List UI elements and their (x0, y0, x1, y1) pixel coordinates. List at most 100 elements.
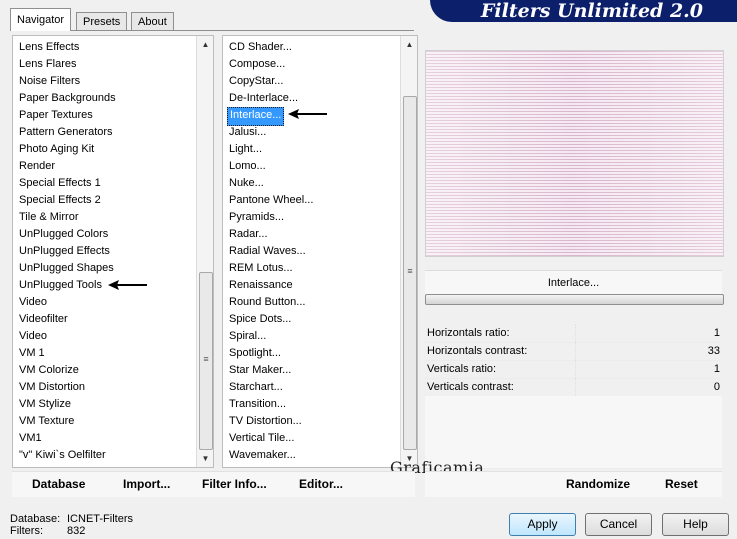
category-item[interactable]: Video (19, 328, 47, 345)
param-value[interactable]: 1 (714, 324, 720, 342)
database-info: Database: ICNET-Filters (10, 513, 133, 525)
filter-item[interactable]: Lomo... (229, 158, 266, 175)
filter-item[interactable]: Pyramids... (229, 209, 284, 226)
randomize-button[interactable]: Randomize (566, 472, 630, 497)
category-item[interactable]: Videofilter (19, 311, 68, 328)
divider (575, 360, 723, 378)
database-button[interactable]: Database (32, 472, 85, 497)
category-item[interactable]: Paper Backgrounds (19, 90, 116, 107)
category-item[interactable]: Tile & Mirror (19, 209, 78, 226)
database-label: Database: (10, 513, 61, 525)
param-row[interactable]: Horizontals contrast: 33 (425, 342, 722, 361)
filter-item[interactable]: Radar... (229, 226, 268, 243)
category-item[interactable]: Video (19, 294, 47, 311)
category-item[interactable]: Special Effects 2 (19, 192, 101, 209)
filter-item[interactable]: Nuke... (229, 175, 264, 192)
cancel-button[interactable]: Cancel (585, 513, 652, 536)
category-item[interactable]: Special Effects 1 (19, 175, 101, 192)
category-item[interactable]: UnPlugged Tools (19, 277, 102, 294)
category-item[interactable]: VM1 (19, 430, 42, 447)
category-item[interactable]: Lens Effects (19, 39, 79, 56)
category-item[interactable]: VM 1 (19, 345, 45, 362)
param-value[interactable]: 33 (708, 342, 720, 360)
grip-icon: ≡ (407, 266, 413, 276)
left-toolbar: Database Import... Filter Info... Editor… (12, 471, 415, 497)
param-label: Verticals ratio: (427, 363, 497, 375)
selected-filter-name: Interlace... (425, 270, 722, 295)
category-item[interactable]: VM Texture (19, 413, 74, 430)
help-button[interactable]: Help (662, 513, 729, 536)
category-item[interactable]: Pattern Generators (19, 124, 113, 141)
app-banner: Filters Unlimited 2.0 (430, 0, 737, 22)
filter-info-button[interactable]: Filter Info... (202, 472, 267, 497)
param-row-empty (425, 414, 722, 433)
category-item[interactable]: "v" Kiwi`s Oelfilter (19, 447, 106, 464)
category-item[interactable]: Paper Textures (19, 107, 93, 124)
filter-scrollbar[interactable]: ▲ ≡ ▼ (400, 36, 417, 467)
category-item[interactable]: UnPlugged Shapes (19, 260, 114, 277)
filter-item[interactable]: CD Shader... (229, 39, 292, 56)
filter-item[interactable]: Compose... (229, 56, 285, 73)
tab-presets[interactable]: Presets (76, 12, 128, 31)
filter-item[interactable]: Light... (229, 141, 262, 158)
category-item[interactable]: VM Distortion (19, 379, 85, 396)
scroll-up-icon[interactable]: ▲ (401, 36, 417, 53)
filter-item[interactable]: CopyStar... (229, 73, 283, 90)
filter-item[interactable]: Radial Waves... (229, 243, 306, 260)
pointer-arrow-icon (288, 109, 327, 119)
category-item[interactable]: Lens Flares (19, 56, 76, 73)
category-scrollbar[interactable]: ▲ ≡ ▼ (196, 36, 213, 467)
filter-item[interactable]: TV Distortion... (229, 413, 302, 430)
category-item[interactable]: VM Stylize (19, 396, 71, 413)
progress-bar (425, 294, 724, 305)
filter-item[interactable]: Spiral... (229, 328, 266, 345)
category-scroll-thumb[interactable]: ≡ (199, 272, 213, 450)
category-item[interactable]: Noise Filters (19, 73, 80, 90)
tab-navigator[interactable]: Navigator (10, 8, 72, 31)
category-item[interactable]: UnPlugged Colors (19, 226, 108, 243)
filter-item[interactable]: Wavemaker... (229, 447, 296, 464)
category-item[interactable]: Render (19, 158, 55, 175)
filters-count: 832 (67, 525, 86, 537)
param-row-empty (425, 396, 722, 415)
filter-item[interactable]: Star Maker... (229, 362, 291, 379)
filter-item[interactable]: Starchart... (229, 379, 283, 396)
param-label: Verticals contrast: (427, 381, 514, 393)
grip-icon: ≡ (203, 354, 209, 364)
filters-info: Filters: 832 (10, 525, 85, 537)
category-list[interactable]: Lens Effects Lens Flares Noise Filters Pape… (12, 35, 214, 468)
preview-image (425, 50, 724, 257)
filter-item[interactable]: De-Interlace... (229, 90, 298, 107)
filter-item[interactable]: REM Lotus... (229, 260, 293, 277)
filter-item[interactable]: Spotlight... (229, 345, 281, 362)
filter-item[interactable]: Renaissance (229, 277, 293, 294)
import-button[interactable]: Import... (123, 472, 170, 497)
filter-item[interactable]: Vertical Tile... (229, 430, 294, 447)
param-row[interactable]: Verticals contrast: 0 (425, 378, 722, 397)
apply-button[interactable]: Apply (509, 513, 576, 536)
category-item[interactable]: Photo Aging Kit (19, 141, 94, 158)
param-value[interactable]: 1 (714, 360, 720, 378)
filters-label: Filters: (10, 525, 43, 537)
filter-item[interactable]: Pantone Wheel... (229, 192, 313, 209)
param-row[interactable]: Verticals ratio: 1 (425, 360, 722, 379)
pointer-arrow-icon (108, 280, 147, 290)
scroll-up-icon[interactable]: ▲ (197, 36, 213, 53)
category-item[interactable]: VM Colorize (19, 362, 79, 379)
filter-item[interactable]: Spice Dots... (229, 311, 291, 328)
filter-list[interactable]: CD Shader... Compose... CopyStar... De-Inte… (222, 35, 418, 468)
param-value[interactable]: 0 (714, 378, 720, 396)
filter-item[interactable]: Jalusi... (229, 124, 266, 141)
right-toolbar: Randomize Reset (425, 471, 722, 497)
filter-scroll-thumb[interactable]: ≡ (403, 96, 417, 450)
tab-about[interactable]: About (131, 12, 174, 31)
param-label: Horizontals ratio: (427, 327, 510, 339)
filter-item[interactable]: Round Button... (229, 294, 305, 311)
param-row[interactable]: Horizontals ratio: 1 (425, 324, 722, 343)
category-item[interactable]: UnPlugged Effects (19, 243, 110, 260)
database-value: ICNET-Filters (67, 513, 133, 525)
reset-button[interactable]: Reset (665, 472, 698, 497)
scroll-down-icon[interactable]: ▼ (197, 450, 213, 467)
editor-button[interactable]: Editor... (299, 472, 343, 497)
filter-item[interactable]: Transition... (229, 396, 286, 413)
